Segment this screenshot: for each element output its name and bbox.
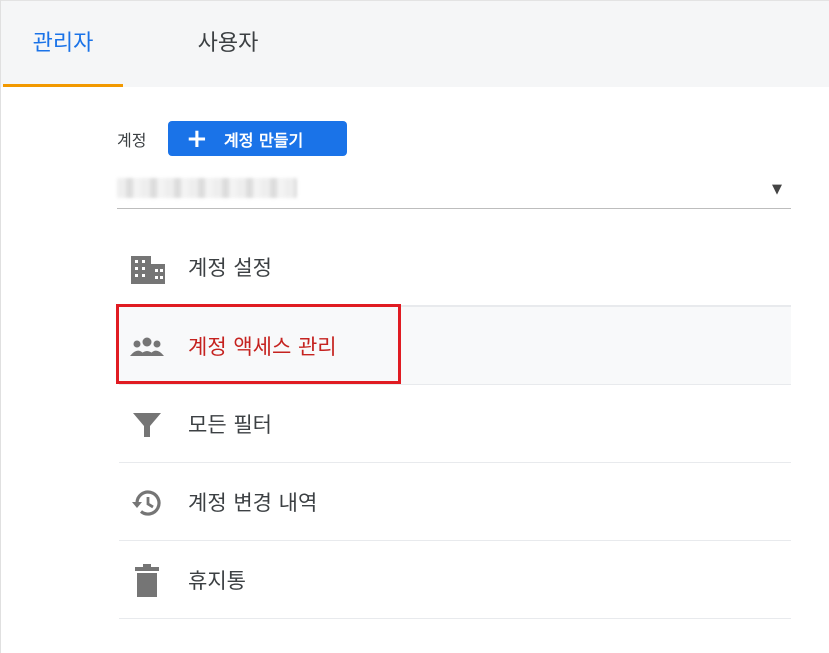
menu-item-label: 계정 액세스 관리 [188,335,337,359]
menu-item-account-settings[interactable]: 계정 설정 [119,228,791,306]
menu-item-account-access-management[interactable]: 계정 액세스 관리 [119,306,791,385]
menu-item-label: 계정 변경 내역 [188,491,318,515]
tab-admin-label: 관리자 [32,31,94,56]
menu-item-label: 휴지통 [188,569,246,593]
tab-bar: 관리자 사용자 [0,0,829,87]
dropdown-arrow-icon: ▼ [772,182,782,197]
admin-panel: 관리자 사용자 계정 + 계정 만들기 ▼ 계정 설정 계정 액세스 관리 모든… [0,0,829,653]
menu-item-trash[interactable]: 휴지통 [119,541,791,619]
account-label: 계정 [117,131,147,150]
history-icon [132,490,161,516]
create-account-label: 계정 만들기 [224,130,304,150]
account-menu: 계정 설정 계정 액세스 관리 모든 필터 계정 변경 내역 휴지통 [119,228,791,619]
people-icon [130,337,164,356]
trash-icon [135,564,159,597]
menu-item-all-filters[interactable]: 모든 필터 [119,385,791,463]
filter-icon [133,413,161,437]
active-tab-indicator [3,84,123,87]
tab-user[interactable]: 사용자 [168,1,288,87]
menu-item-label: 모든 필터 [188,413,272,437]
create-account-button[interactable]: + 계정 만들기 [168,121,347,156]
menu-item-account-change-history[interactable]: 계정 변경 내역 [119,463,791,541]
tab-user-label: 사용자 [197,31,259,56]
plus-icon: + [186,123,208,154]
left-border [0,0,1,653]
building-icon [131,256,165,284]
menu-item-label: 계정 설정 [188,256,272,280]
account-name-redacted [117,178,297,198]
tab-admin[interactable]: 관리자 [3,1,123,87]
account-selector[interactable]: ▼ [117,172,791,209]
